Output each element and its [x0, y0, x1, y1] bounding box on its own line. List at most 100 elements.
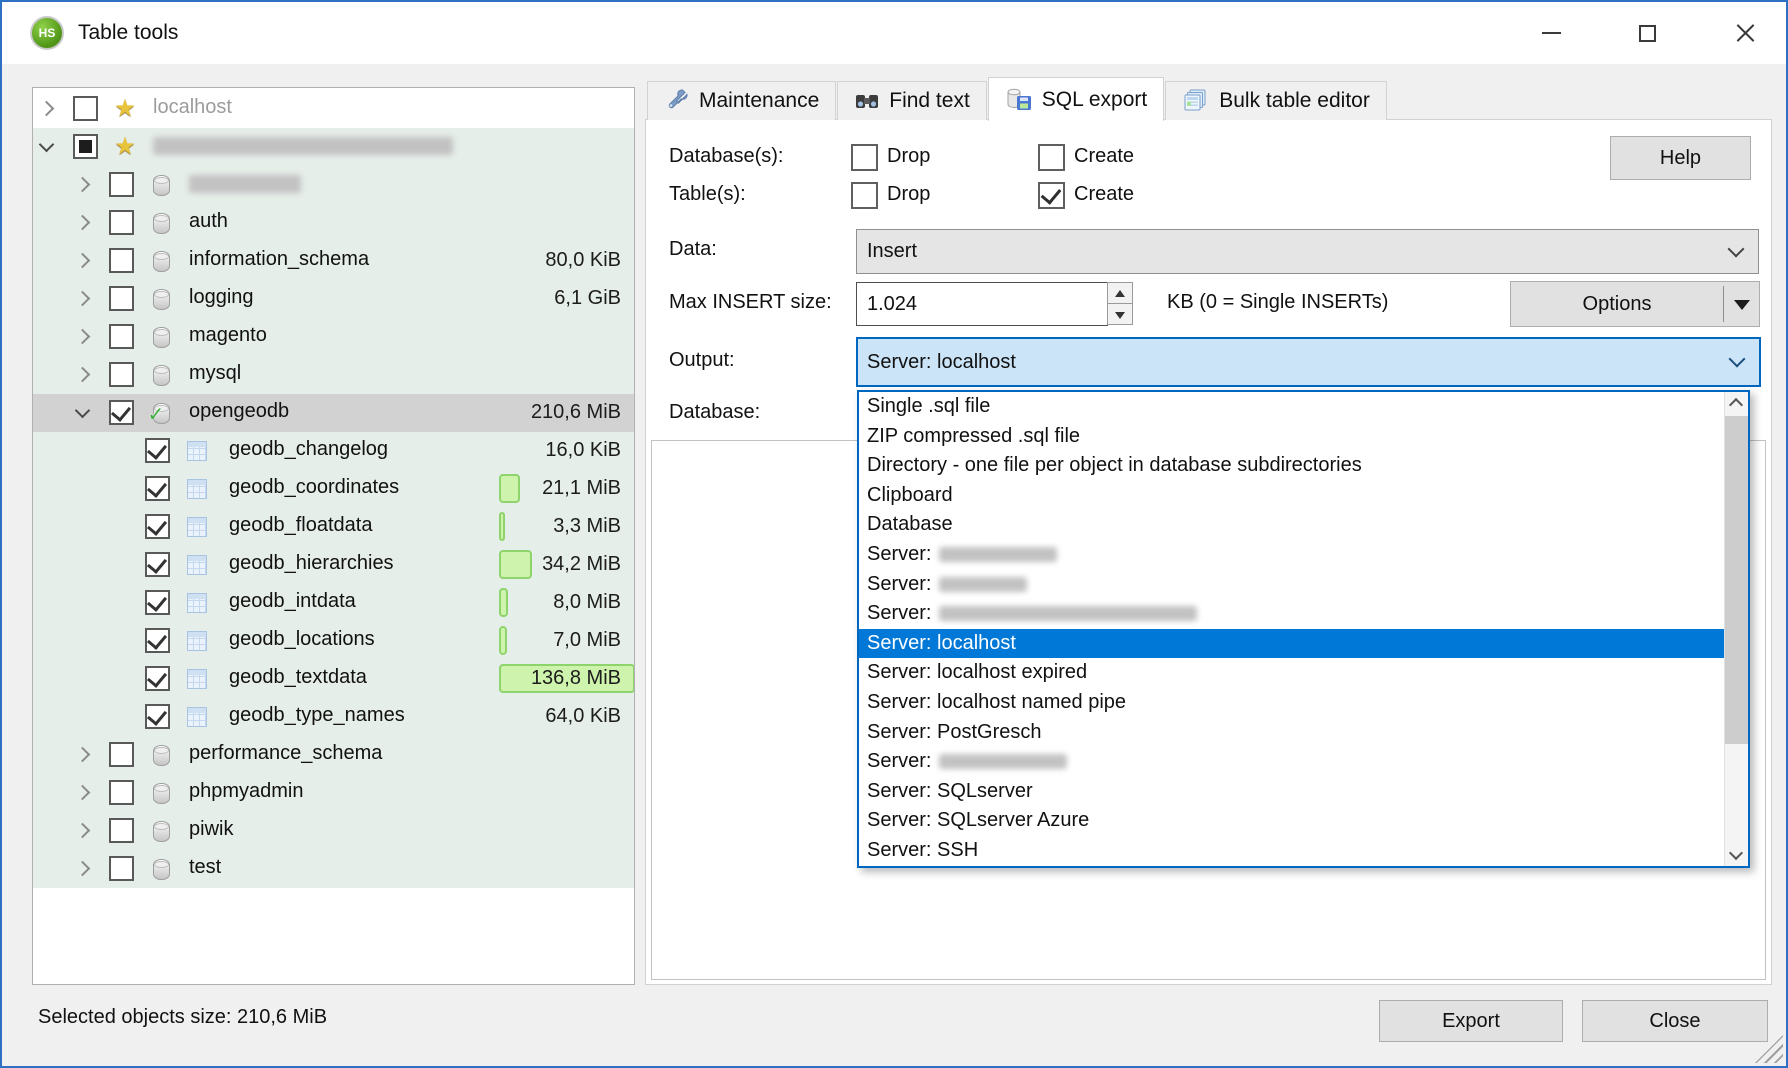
max-insert-size-input[interactable]: 1.024 — [856, 282, 1108, 326]
tab-maintenance[interactable]: Maintenance — [647, 81, 836, 120]
dropdown-item[interactable]: Server: SQLserver Azure — [859, 806, 1724, 836]
tab-sql-export[interactable]: SQL export — [988, 77, 1164, 121]
chevron-right-icon[interactable] — [75, 785, 91, 801]
tree-checkbox[interactable] — [145, 514, 170, 539]
stepper-up-button[interactable] — [1107, 282, 1133, 304]
tree-row[interactable]: performance_schema — [33, 736, 634, 774]
tree-checkbox[interactable] — [109, 742, 134, 767]
chevron-right-icon[interactable] — [39, 101, 55, 117]
tree-checkbox[interactable] — [109, 400, 134, 425]
db-create-checkbox[interactable] — [1038, 144, 1065, 171]
minimize-button[interactable] — [1528, 12, 1574, 54]
tree-row[interactable]: ✓opengeodb210,6 MiB — [33, 394, 634, 432]
chevron-right-icon[interactable] — [75, 747, 91, 763]
dropdown-item[interactable]: Server: SSH — [859, 836, 1724, 866]
scroll-up-icon[interactable] — [1729, 398, 1743, 412]
tree-checkbox[interactable] — [109, 324, 134, 349]
dropdown-item[interactable]: Directory - one file per object in datab… — [859, 451, 1724, 481]
tree-row[interactable]: piwik — [33, 812, 634, 850]
maximize-button[interactable] — [1624, 12, 1670, 54]
tree-row[interactable]: ★localhost — [33, 90, 634, 128]
dropdown-item[interactable]: Server: — [859, 599, 1724, 629]
tree-checkbox[interactable] — [145, 476, 170, 501]
tree-row[interactable]: magento — [33, 318, 634, 356]
dropdown-item[interactable]: Server: — [859, 747, 1724, 777]
tree-row[interactable]: geodb_intdata8,0 MiB — [33, 584, 634, 622]
tree-row[interactable]: mysql — [33, 356, 634, 394]
options-split-button[interactable]: Options — [1510, 281, 1760, 327]
tree-row[interactable]: geodb_floatdata3,3 MiB — [33, 508, 634, 546]
dropdown-item[interactable]: Clipboard — [859, 481, 1724, 511]
chevron-down-icon[interactable] — [39, 137, 55, 153]
chevron-right-icon[interactable] — [75, 291, 91, 307]
options-button[interactable]: Options — [1511, 282, 1723, 326]
options-dropdown-arrow-icon[interactable] — [1734, 300, 1750, 310]
dropdown-item[interactable]: Server: SQLserver — [859, 777, 1724, 807]
tab-find-text[interactable]: Find text — [837, 81, 987, 120]
tree-checkbox[interactable] — [145, 628, 170, 653]
tree-checkbox[interactable] — [109, 248, 134, 273]
chevron-right-icon[interactable] — [75, 861, 91, 877]
dropdown-scrollbar[interactable] — [1724, 392, 1748, 866]
chevron-down-icon[interactable] — [75, 403, 91, 419]
tree-checkbox[interactable] — [109, 210, 134, 235]
tree-row[interactable]: test — [33, 850, 634, 888]
data-label: Data: — [669, 238, 717, 261]
scroll-down-icon[interactable] — [1729, 846, 1743, 860]
tree-row[interactable]: phpmyadmin — [33, 774, 634, 812]
dropdown-item[interactable]: Server: PostGresch — [859, 718, 1724, 748]
chevron-right-icon[interactable] — [75, 329, 91, 345]
stepper-down-button[interactable] — [1107, 303, 1133, 325]
chevron-right-icon[interactable] — [75, 823, 91, 839]
output-combobox[interactable]: Server: localhost — [856, 337, 1761, 387]
dropdown-item[interactable]: Server: localhost — [859, 629, 1724, 659]
close-window-button[interactable] — [1722, 12, 1768, 54]
tree-row[interactable]: ★ — [33, 128, 634, 166]
max-insert-size-stepper[interactable] — [1107, 282, 1133, 325]
tree-checkbox[interactable] — [145, 590, 170, 615]
dropdown-item[interactable]: Server: — [859, 570, 1724, 600]
tree-row[interactable] — [33, 166, 634, 204]
table-create-checkbox[interactable] — [1038, 182, 1065, 209]
tab-bulk-table-editor[interactable]: Bulk table editor — [1165, 81, 1387, 120]
table-drop-checkbox[interactable] — [851, 182, 878, 209]
tree-checkbox[interactable] — [145, 704, 170, 729]
tree-checkbox[interactable] — [109, 286, 134, 311]
sql-export-icon — [1005, 87, 1033, 113]
chevron-right-icon[interactable] — [75, 177, 91, 193]
chevron-right-icon[interactable] — [75, 367, 91, 383]
tree-row[interactable]: geodb_hierarchies34,2 MiB — [33, 546, 634, 584]
tree-checkbox[interactable] — [109, 856, 134, 881]
tree-checkbox[interactable] — [73, 96, 98, 121]
dropdown-item[interactable]: Server: localhost expired — [859, 658, 1724, 688]
tree-row[interactable]: geodb_locations7,0 MiB — [33, 622, 634, 660]
close-button[interactable]: Close — [1582, 1000, 1768, 1042]
db-drop-checkbox[interactable] — [851, 144, 878, 171]
data-combobox[interactable]: Insert — [856, 229, 1759, 274]
scrollbar-thumb[interactable] — [1725, 416, 1748, 744]
tree-row[interactable]: logging6,1 GiB — [33, 280, 634, 318]
tree-checkbox[interactable] — [109, 362, 134, 387]
dropdown-item[interactable]: Database — [859, 510, 1724, 540]
tree-checkbox[interactable] — [145, 666, 170, 691]
tree-row[interactable]: geodb_textdata136,8 MiB — [33, 660, 634, 698]
chevron-right-icon[interactable] — [75, 253, 91, 269]
help-button[interactable]: Help — [1610, 136, 1751, 180]
tree-checkbox[interactable] — [109, 780, 134, 805]
export-button[interactable]: Export — [1379, 1000, 1563, 1042]
tree-row[interactable]: geodb_type_names64,0 KiB — [33, 698, 634, 736]
tree-checkbox[interactable] — [145, 438, 170, 463]
tree-checkbox[interactable] — [109, 818, 134, 843]
tree-row[interactable]: information_schema80,0 KiB — [33, 242, 634, 280]
tree-checkbox[interactable] — [145, 552, 170, 577]
dropdown-item[interactable]: Single .sql file — [859, 392, 1724, 422]
dropdown-item[interactable]: Server: localhost named pipe — [859, 688, 1724, 718]
dropdown-item[interactable]: ZIP compressed .sql file — [859, 422, 1724, 452]
dropdown-item[interactable]: Server: — [859, 540, 1724, 570]
tree-row[interactable]: geodb_coordinates21,1 MiB — [33, 470, 634, 508]
tree-checkbox[interactable] — [73, 134, 98, 159]
tree-row[interactable]: auth — [33, 204, 634, 242]
chevron-right-icon[interactable] — [75, 215, 91, 231]
tree-row[interactable]: geodb_changelog16,0 KiB — [33, 432, 634, 470]
tree-checkbox[interactable] — [109, 172, 134, 197]
